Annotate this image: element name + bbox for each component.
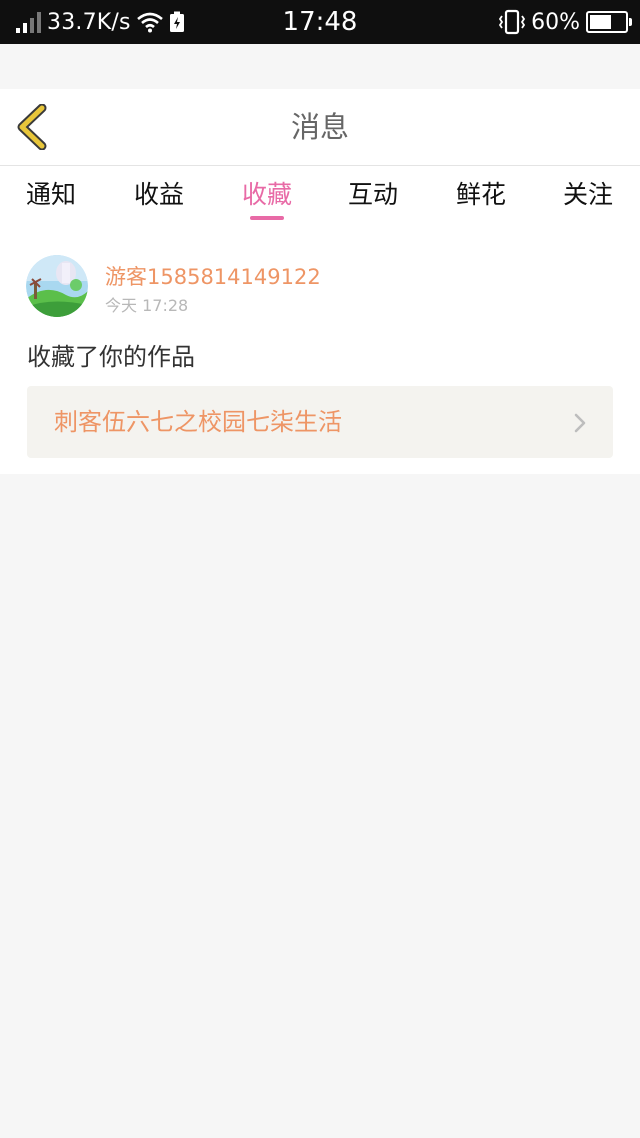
- username-link[interactable]: 游客1585814149122: [105, 261, 321, 291]
- tab-interactions[interactable]: 互动: [323, 166, 423, 228]
- vibrate-icon: [499, 9, 526, 35]
- tab-label: 鲜花: [455, 180, 506, 209]
- battery-percent: 60%: [531, 9, 580, 35]
- tab-label: 通知: [25, 180, 76, 209]
- tab-label: 收藏: [241, 180, 292, 209]
- work-title: 刺客伍六七之校园七柒生活: [54, 408, 342, 436]
- tab-indicator: [250, 216, 284, 220]
- status-right: 60%: [499, 0, 632, 44]
- tab-label: 关注: [562, 180, 613, 209]
- work-link[interactable]: 刺客伍六七之校园七柒生活: [27, 386, 613, 458]
- nav-header: 消息: [0, 89, 640, 166]
- tab-favorites[interactable]: 收藏: [217, 166, 317, 228]
- page-title: 消息: [290, 110, 349, 144]
- message-card: 游客1585814149122 今天 17:28 收藏了你的作品 刺客伍六七之校…: [0, 228, 640, 474]
- status-bar: 33.7K/s 17:48 60%: [0, 0, 640, 44]
- tab-earnings[interactable]: 收益: [109, 166, 209, 228]
- message-time: 今天 17:28: [105, 296, 189, 315]
- chevron-right-icon: [574, 413, 586, 433]
- tab-label: 互动: [347, 180, 398, 209]
- tab-bar: 通知 收益 收藏 互动 鲜花 关注: [0, 166, 640, 228]
- tab-flowers[interactable]: 鲜花: [431, 166, 531, 228]
- battery-icon: [586, 11, 632, 33]
- avatar[interactable]: [26, 255, 88, 317]
- tab-label: 收益: [133, 180, 184, 209]
- action-text: 收藏了你的作品: [27, 343, 195, 371]
- tab-notifications[interactable]: 通知: [1, 166, 101, 228]
- tab-follows[interactable]: 关注: [538, 166, 638, 228]
